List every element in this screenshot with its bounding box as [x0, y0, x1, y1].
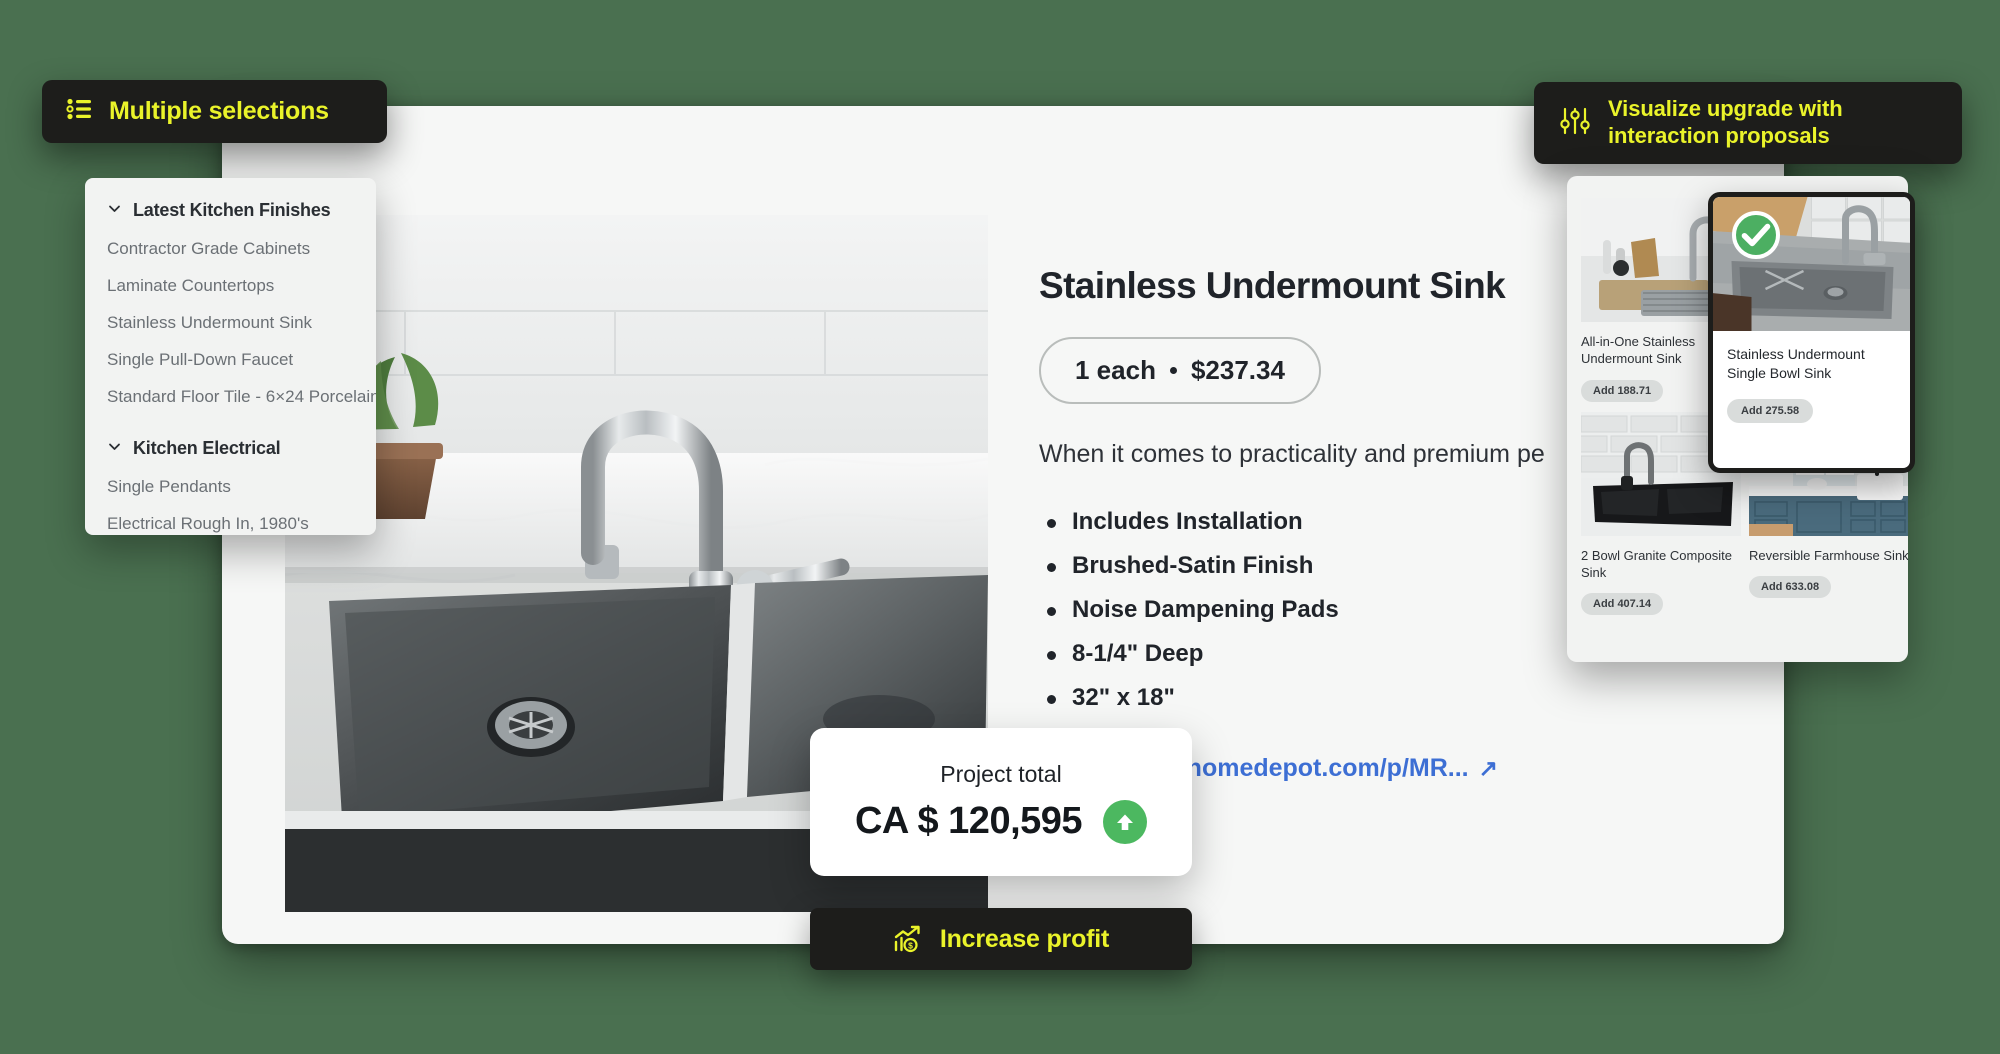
- price-label: $237.34: [1190, 354, 1285, 385]
- list-item[interactable]: Electrical Rough In, 1980's: [85, 514, 376, 534]
- selection-group-header-latest-kitchen-finishes[interactable]: Latest Kitchen Finishes: [85, 200, 376, 221]
- project-total-row: CA $ 120,595: [854, 799, 1148, 844]
- proposal-add-button[interactable]: Add 633.08: [1749, 575, 1832, 598]
- badge-visualize-upgrade-label: Visualize upgrade with interaction propo…: [1608, 96, 1843, 148]
- increase-profit-button[interactable]: $ Increase profit: [810, 908, 1192, 970]
- badge-multiple-selections-label: Multiple selections: [109, 97, 329, 125]
- quantity-label: 1 each: [1075, 354, 1156, 385]
- proposal-name: 2 Bowl Granite Composite Sink: [1581, 547, 1733, 580]
- list-item: 32" x 18": [1039, 684, 1739, 712]
- proposal-body: Stainless Undermount Single Bowl Sink Ad…: [1713, 331, 1910, 424]
- proposal-name: Reversible Farmhouse Sink: [1749, 547, 1908, 563]
- list-item[interactable]: Contractor Grade Cabinets: [85, 239, 376, 259]
- chevron-down-icon: [107, 439, 122, 459]
- list-item[interactable]: Single Pendants: [85, 477, 376, 497]
- proposal-thumbnail: [1713, 197, 1910, 331]
- badge-multiple-selections[interactable]: Multiple selections: [42, 80, 387, 143]
- list-item[interactable]: Single Pull-Down Faucet: [85, 350, 376, 370]
- selection-group-header-kitchen-electrical[interactable]: Kitchen Electrical: [85, 438, 376, 459]
- selections-panel: Latest Kitchen Finishes Contractor Grade…: [85, 178, 376, 535]
- screenshot-stage: Stainless Undermount Sink 1 each $237.34…: [0, 0, 2000, 1054]
- chevron-down-icon: [107, 201, 122, 221]
- selection-group-title: Kitchen Electrical: [133, 438, 281, 458]
- price-quantity-chip[interactable]: 1 each $237.34: [1039, 336, 1321, 404]
- proposal-add-button[interactable]: Add 407.14: [1581, 593, 1664, 616]
- list-item[interactable]: Stainless Undermount Sink: [85, 313, 376, 333]
- proposal-card-selected[interactable]: Stainless Undermount Single Bowl Sink Ad…: [1708, 192, 1915, 473]
- project-total-card: Project total CA $ 120,595: [810, 728, 1192, 876]
- project-total-value: CA $ 120,595: [854, 800, 1083, 842]
- project-total-label: Project total: [940, 760, 1062, 787]
- selection-group-title: Latest Kitchen Finishes: [133, 200, 331, 220]
- external-link-arrow-icon: ↗: [1478, 755, 1498, 782]
- sliders-icon: [1560, 106, 1590, 141]
- svg-text:$: $: [908, 940, 913, 950]
- proposal-add-button[interactable]: Add 275.58: [1727, 399, 1814, 424]
- check-circle-icon: [1732, 211, 1780, 259]
- chart-up-dollar-icon: $: [893, 923, 923, 956]
- arrow-up-icon: [1103, 799, 1148, 844]
- list-bullets-icon: [66, 96, 92, 127]
- list-item[interactable]: Standard Floor Tile - 6×24 Porcelain: [85, 387, 376, 407]
- proposal-add-button[interactable]: Add 188.71: [1581, 379, 1664, 402]
- list-item[interactable]: Laminate Countertops: [85, 276, 376, 296]
- badge-visualize-upgrade[interactable]: Visualize upgrade with interaction propo…: [1534, 82, 1962, 164]
- increase-profit-label: Increase profit: [939, 924, 1110, 953]
- separator-dot-icon: [1169, 366, 1177, 374]
- proposal-name: Stainless Undermount Single Bowl Sink: [1727, 346, 1865, 381]
